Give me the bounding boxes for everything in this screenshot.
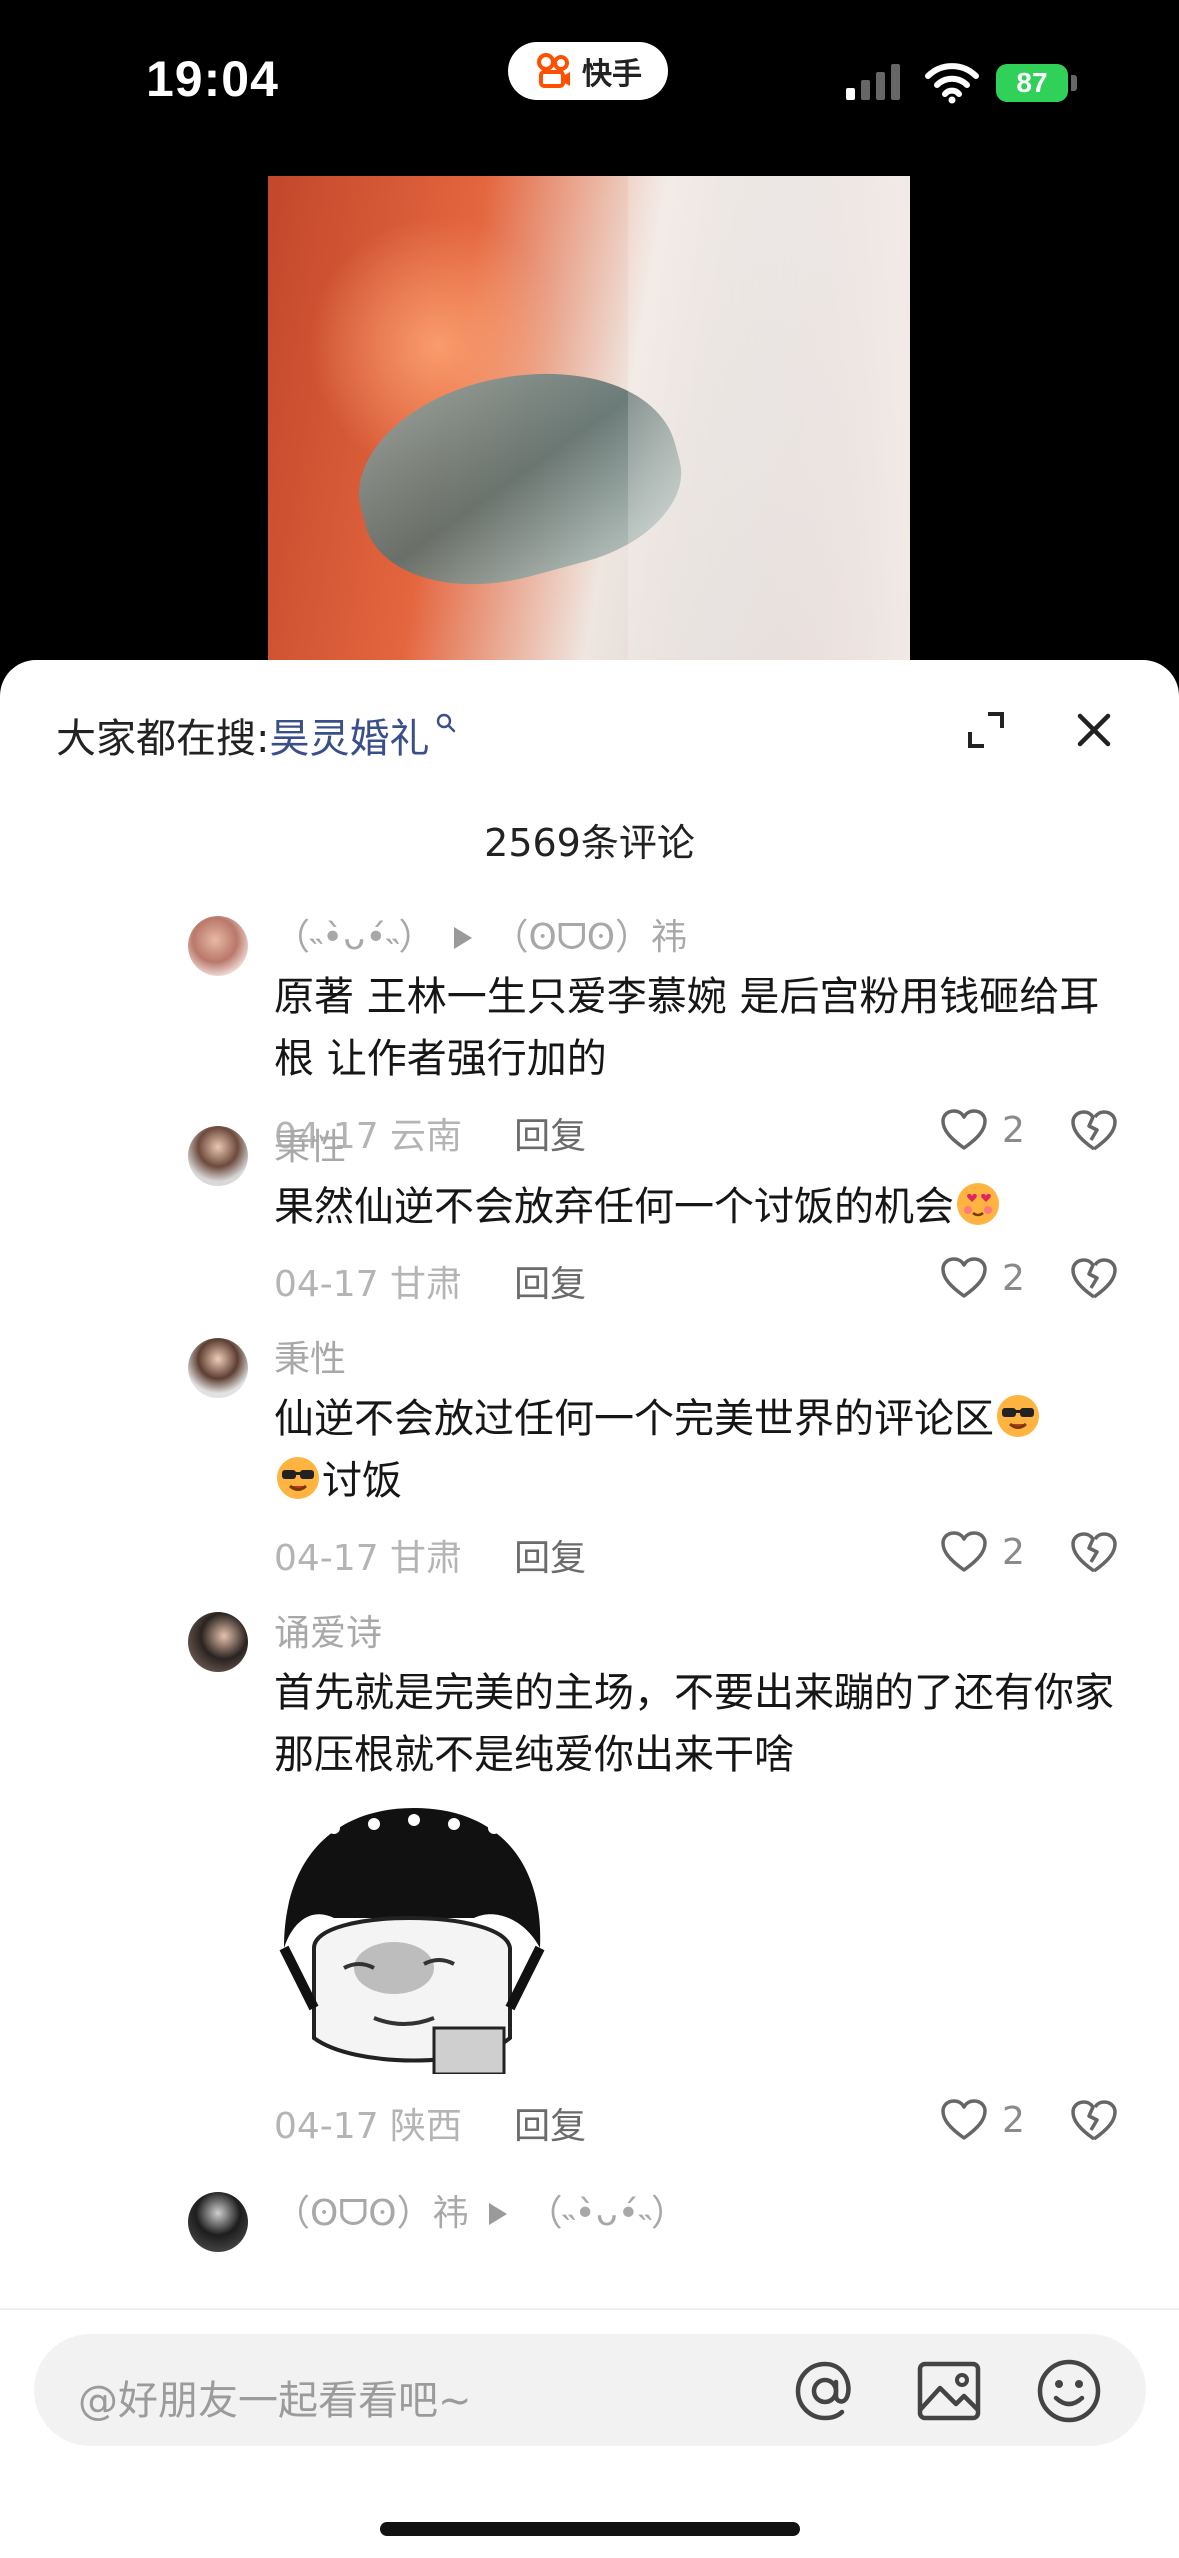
comment-count: 2569条评论 bbox=[484, 821, 695, 865]
battery-cap bbox=[1071, 75, 1077, 91]
sheet-header: 大家都在搜:昊灵婚礼 2569条评论 bbox=[0, 660, 1179, 865]
trending-search-term[interactable]: 昊灵婚礼 bbox=[269, 716, 429, 762]
close-icon[interactable] bbox=[1074, 710, 1114, 750]
comment-text: 仙逆不会放过任何一个完美世界的评论区 bbox=[274, 1396, 994, 1442]
comment-item: 秉性 仙逆不会放过任何一个完美世界的评论区讨饭 04-17 甘肃 回复 2 bbox=[0, 1332, 1179, 1606]
comment-text-continued: 讨饭 bbox=[322, 1458, 402, 1504]
comment-date-location: 04-17 甘肃 bbox=[274, 1538, 463, 1579]
comment-username[interactable]: 秉性 bbox=[274, 1332, 1119, 1388]
at-mention-icon[interactable] bbox=[790, 2356, 860, 2426]
trending-search-label: 大家都在搜: bbox=[56, 716, 270, 762]
battery-icon: 87 bbox=[996, 64, 1068, 102]
heart-eyes-face-icon bbox=[957, 1183, 999, 1225]
comment-meta: 04-17 陕西 回复 2 bbox=[274, 2080, 1119, 2166]
emoji-icon[interactable] bbox=[1034, 2356, 1104, 2426]
comment-text-block: 仙逆不会放过任何一个完美世界的评论区讨饭 bbox=[274, 1388, 1119, 1512]
comment-input-bar: @好朋友一起看看吧~ bbox=[0, 2308, 1179, 2558]
comment-text: 果然仙逆不会放弃任何一个讨饭的机会 bbox=[274, 1184, 954, 1230]
heart-icon bbox=[941, 1257, 987, 1298]
comment-date-location: 04-17 甘肃 bbox=[274, 1264, 463, 1305]
meme-sticker-image[interactable] bbox=[274, 1798, 550, 2074]
like-count: 2 bbox=[1002, 1257, 1025, 1299]
reply-to-username[interactable]: （˵•̀ᴗ•́˵） bbox=[527, 2186, 687, 2242]
comment-item: （˵•̀ᴗ•́˵） （ʘᗜʘ）祎 原著 王林一生只爱李慕婉 是后宫粉用钱砸给耳根… bbox=[0, 910, 1179, 1157]
broken-heart-icon[interactable] bbox=[1070, 1530, 1118, 1576]
heart-icon bbox=[941, 1531, 987, 1572]
avatar[interactable] bbox=[188, 2192, 248, 2252]
sunglasses-face-icon bbox=[277, 1457, 319, 1499]
expand-icon[interactable] bbox=[966, 710, 1006, 750]
like-count: 2 bbox=[1002, 1531, 1025, 1573]
avatar[interactable] bbox=[188, 1126, 248, 1186]
reply-button[interactable]: 回复 bbox=[514, 2097, 586, 2149]
reply-arrow-icon bbox=[488, 2203, 507, 2225]
home-indicator[interactable] bbox=[380, 2522, 800, 2536]
comment-username-row: （ʘᗜʘ）祎 （˵•̀ᴗ•́˵） bbox=[274, 2186, 1119, 2242]
wifi-icon bbox=[925, 63, 979, 104]
comment-username-row: （˵•̀ᴗ•́˵） （ʘᗜʘ）祎 bbox=[274, 910, 1119, 966]
app-indicator-pill[interactable]: 快手 bbox=[508, 42, 668, 100]
reply-button[interactable]: 回复 bbox=[514, 1529, 586, 1581]
kuaishou-logo-icon bbox=[537, 53, 570, 88]
like-count: 2 bbox=[1002, 2099, 1025, 2141]
trending-search[interactable]: 大家都在搜:昊灵婚礼 bbox=[56, 706, 457, 764]
comment-meta: 04-17 甘肃 回复 2 bbox=[274, 1238, 1119, 1324]
like-button[interactable]: 2 bbox=[940, 1530, 1025, 1574]
comment-text: 原著 王林一生只爱李慕婉 是后宫粉用钱砸给耳根 让作者强行加的 bbox=[274, 974, 1100, 1082]
app-name: 快手 bbox=[582, 57, 642, 92]
comment-input-placeholder[interactable]: @好朋友一起看看吧~ bbox=[78, 2368, 472, 2426]
like-button[interactable]: 2 bbox=[940, 2098, 1025, 2142]
status-time: 19:04 bbox=[146, 51, 279, 107]
comment-text: 首先就是完美的主场，不要出来蹦的了还有你家那压根就不是纯爱你出来干啥 bbox=[274, 1670, 1114, 1778]
avatar[interactable] bbox=[188, 1338, 248, 1398]
sunglasses-face-icon bbox=[997, 1395, 1039, 1437]
comment-username[interactable]: 秉性 bbox=[274, 1120, 1119, 1176]
comment-item: （ʘᗜʘ）祎 （˵•̀ᴗ•́˵） bbox=[0, 2186, 1179, 2266]
comment-username[interactable]: （ʘᗜʘ）祎 bbox=[274, 2186, 469, 2242]
comment-meta: 04-17 甘肃 回复 2 bbox=[274, 1512, 1119, 1598]
comment-username-text: 秉性 bbox=[274, 1127, 347, 1168]
comment-username-text: 秉性 bbox=[274, 1339, 347, 1380]
comment-item: 诵爱诗 首先就是完美的主场，不要出来蹦的了还有你家那压根就不是纯爱你出来干啥 0… bbox=[0, 1606, 1179, 2186]
comment-username[interactable]: 诵爱诗 bbox=[274, 1606, 1119, 1662]
broken-heart-icon[interactable] bbox=[1070, 2098, 1118, 2144]
comment-sheet: 大家都在搜:昊灵婚礼 2569条评论 （˵•̀ᴗ•́˵） （ʘᗜʘ）祎 原著 王… bbox=[0, 660, 1179, 2556]
video-thumbnail[interactable] bbox=[268, 176, 910, 666]
comment-text-row: 果然仙逆不会放弃任何一个讨饭的机会 bbox=[274, 1176, 1119, 1238]
status-bar: 19:04 快手 87 bbox=[0, 0, 1179, 170]
comment-item: 秉性 果然仙逆不会放弃任何一个讨饭的机会 04-17 甘肃 回复 2 bbox=[0, 1120, 1179, 1332]
cellular-signal-icon bbox=[846, 64, 900, 100]
broken-heart-icon[interactable] bbox=[1070, 1256, 1118, 1302]
meme-face-drawing bbox=[279, 1808, 545, 2074]
avatar[interactable] bbox=[188, 916, 248, 976]
heart-icon bbox=[941, 2099, 987, 2140]
reply-to-username[interactable]: （ʘᗜʘ）祎 bbox=[492, 910, 687, 966]
comment-username[interactable]: （˵•̀ᴗ•́˵） bbox=[274, 910, 434, 966]
battery-level: 87 bbox=[1016, 67, 1048, 98]
video-hair bbox=[628, 176, 910, 666]
reply-arrow-icon bbox=[454, 927, 473, 949]
comment-date-location: 04-17 陕西 bbox=[274, 2106, 463, 2147]
reply-button[interactable]: 回复 bbox=[514, 1255, 586, 1307]
like-button[interactable]: 2 bbox=[940, 1256, 1025, 1300]
avatar[interactable] bbox=[188, 1612, 248, 1672]
comment-username-text: 诵爱诗 bbox=[274, 1613, 383, 1654]
search-icon bbox=[437, 713, 456, 733]
comment-list: （˵•̀ᴗ•́˵） （ʘᗜʘ）祎 原著 王林一生只爱李慕婉 是后宫粉用钱砸给耳根… bbox=[0, 910, 1179, 2266]
image-icon[interactable] bbox=[914, 2356, 984, 2426]
